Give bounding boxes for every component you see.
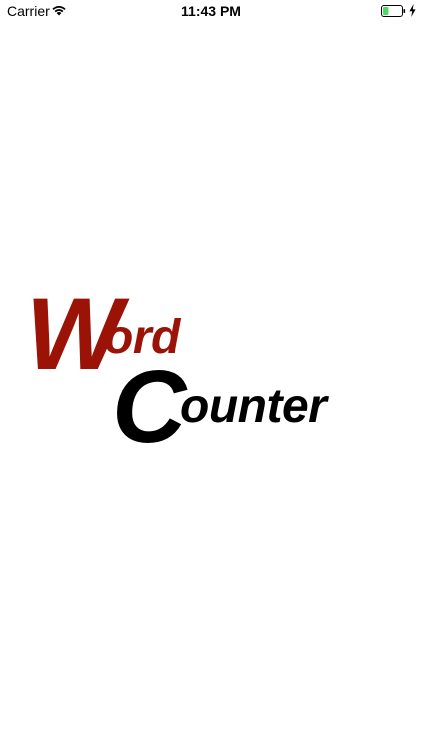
logo-counter-initial: C xyxy=(112,349,187,464)
word-counter-logo: W ord C ounter xyxy=(0,0,422,750)
splash-screen: Carrier 11:43 PM W ord C ounter xyxy=(0,0,422,750)
logo-word-initial: W xyxy=(26,277,122,391)
logo-counter-rest: ounter xyxy=(180,380,327,433)
